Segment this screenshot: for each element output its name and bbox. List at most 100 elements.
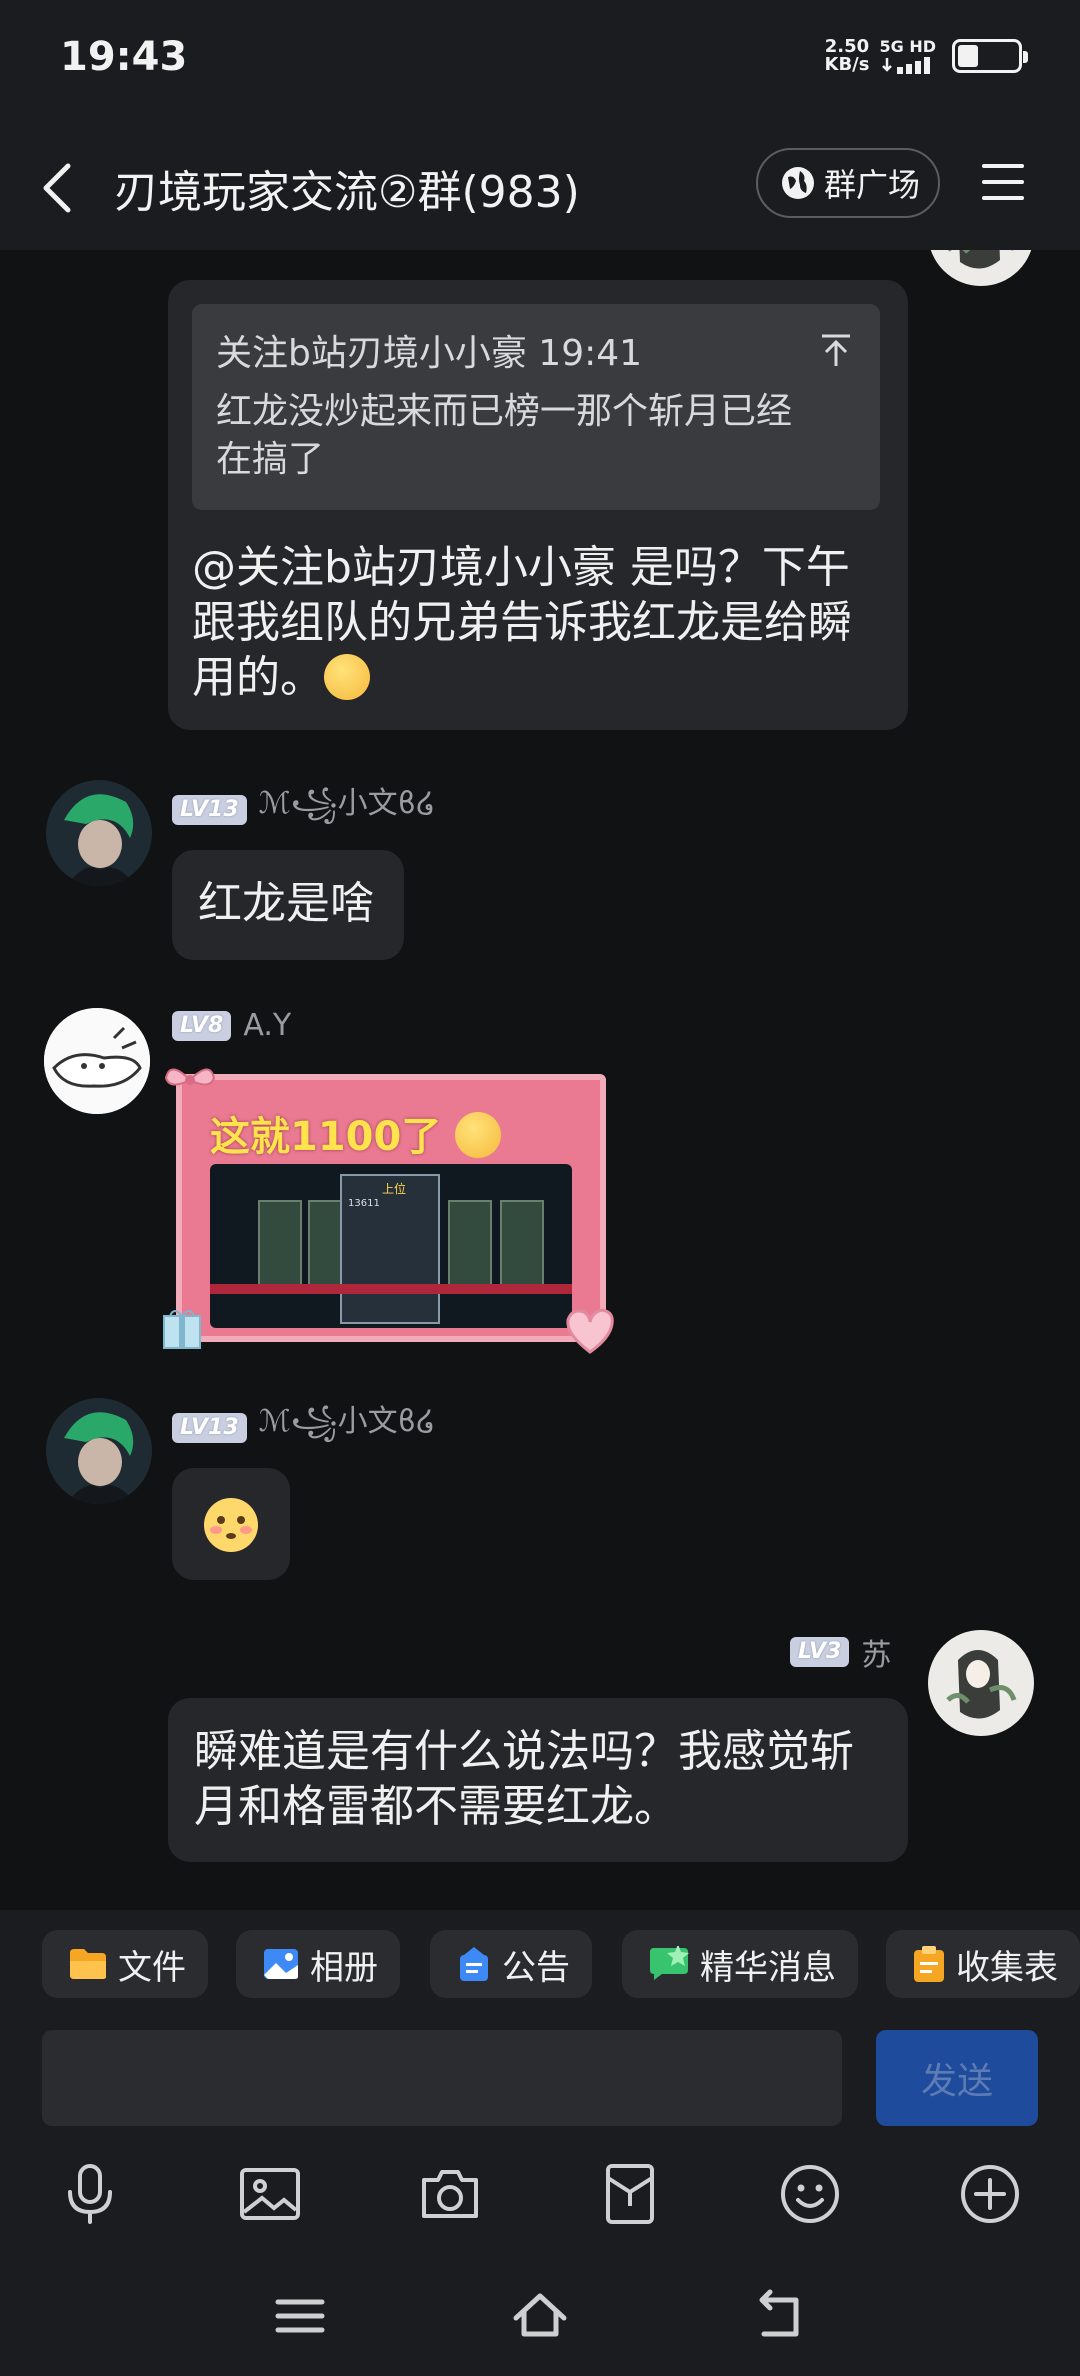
more-button[interactable] — [958, 2162, 1022, 2226]
thumb-column — [258, 1200, 302, 1290]
bow-icon — [164, 1068, 216, 1086]
camera-icon — [422, 2170, 478, 2218]
sender-nickname[interactable]: ℳ꧁小文ϐ໒ — [259, 1396, 436, 1459]
message-bubble[interactable] — [172, 1468, 290, 1580]
network-type: 5G HD — [879, 38, 936, 74]
quote-text: 红龙没炒起来而已榜一那个斩月已经在搞了 — [216, 391, 793, 480]
gift-card-message[interactable]: 这就1100了 上位 13611 — [160, 1060, 620, 1360]
avatar[interactable] — [46, 1398, 152, 1504]
avatar[interactable] — [46, 780, 152, 886]
quote-author: 关注b站刃境小小豪 19:41 — [216, 333, 643, 374]
files-button[interactable]: 文件 — [42, 1930, 208, 1998]
thumb-column — [448, 1200, 492, 1290]
image-icon — [240, 2168, 300, 2220]
input-tools — [0, 2140, 1080, 2250]
message-list[interactable]: 关注b站刃境小小豪 19:41 红龙没炒起来而已榜一那个斩月已经在搞了 @关注b… — [0, 250, 1080, 1910]
thumb-panel: 上位 13611 — [340, 1174, 440, 1324]
emoji-icon — [781, 2165, 839, 2223]
system-nav-bar — [0, 2250, 1080, 2376]
collection-form-label: 收集表 — [956, 1947, 1058, 1988]
emoji-button[interactable] — [778, 2162, 842, 2226]
message-text-content: @关注b站刃境小小豪 是吗？下午跟我组队的兄弟告诉我红龙是给瞬用的。 — [192, 542, 852, 703]
level-badge: LV3 — [790, 1637, 850, 1667]
card-caption: 这就1100了 — [210, 1104, 502, 1162]
globe-icon — [782, 167, 814, 199]
announcement-icon — [460, 1947, 488, 1981]
sender-nickname[interactable]: 苏 — [861, 1630, 891, 1674]
gift-box-icon — [163, 1310, 201, 1349]
game-screenshot-thumbnail[interactable]: 上位 13611 — [210, 1164, 572, 1328]
level-badge: LV13 — [172, 1412, 247, 1443]
group-title[interactable]: 刃境玩家交流②群(983) — [114, 156, 580, 220]
quick-action-bar: 文件 相册 公告 精华消息 收集表 — [0, 1910, 1080, 2020]
chat-header: 刃境玩家交流②群(983) 群广场 — [0, 120, 1080, 250]
avatar-image — [928, 250, 1034, 286]
announcement-button[interactable]: 公告 — [430, 1930, 592, 1998]
collection-form-button[interactable]: 收集表 — [886, 1930, 1080, 1998]
quoted-message[interactable]: 关注b站刃境小小豪 19:41 红龙没炒起来而已榜一那个斩月已经在搞了 — [192, 304, 880, 510]
composer: 发送 — [0, 2020, 1080, 2140]
recents-button[interactable] — [270, 2286, 330, 2346]
group-square-label: 群广场 — [824, 166, 921, 204]
message-bubble[interactable]: 瞬难道是有什么说法吗？我感觉斩月和格雷都不需要红龙。 — [168, 1698, 908, 1862]
emoji-blush-icon — [204, 1498, 258, 1552]
hd-label: HD — [909, 37, 936, 56]
essence-messages-button[interactable]: 精华消息 — [622, 1930, 858, 1998]
avatar-image — [44, 1008, 150, 1114]
sender-nickname[interactable]: A.Y — [243, 1008, 291, 1043]
chevron-left-icon — [43, 163, 71, 213]
sender-info: LV13 ℳ꧁小文ϐ໒ — [172, 1396, 435, 1459]
avatar[interactable] — [44, 1008, 150, 1114]
home-icon — [513, 2293, 567, 2337]
heart-icon — [566, 1308, 614, 1354]
avatar-image — [928, 1630, 1034, 1736]
album-button[interactable]: 相册 — [236, 1930, 400, 1998]
avatar[interactable] — [928, 1630, 1034, 1736]
status-time: 19:43 — [60, 34, 188, 80]
red-packet-button[interactable] — [598, 2162, 662, 2226]
essence-message-icon — [650, 1946, 689, 1980]
battery-icon — [952, 39, 1028, 73]
recents-icon — [275, 2299, 325, 2333]
network-speed: 2.50 KB/s — [825, 38, 870, 74]
files-label: 文件 — [118, 1947, 186, 1988]
thumb-tag: 上位 — [382, 1182, 407, 1196]
microphone-icon — [68, 2164, 112, 2224]
card-caption-text: 这就1100了 — [210, 1114, 442, 1160]
status-bar: 19:43 2.50 KB/s 5G HD — [0, 0, 1080, 120]
battery-level — [958, 45, 978, 67]
menu-button[interactable] — [980, 160, 1026, 204]
voice-button[interactable] — [58, 2162, 122, 2226]
sender-info: LV13 ℳ꧁小文ϐ໒ — [172, 778, 435, 841]
message-bubble[interactable]: 红龙是啥 — [172, 850, 404, 960]
camera-button[interactable] — [418, 2162, 482, 2226]
image-button[interactable] — [238, 2162, 302, 2226]
network-label: 5G — [879, 37, 904, 56]
message-text: 瞬难道是有什么说法吗？我感觉斩月和格雷都不需要红龙。 — [194, 1726, 854, 1832]
avatar-image — [46, 1398, 152, 1504]
group-square-button[interactable]: 群广场 — [756, 148, 940, 218]
back-nav-button[interactable] — [750, 2286, 810, 2346]
hamburger-menu-icon — [982, 164, 1024, 200]
plus-icon — [961, 2165, 1019, 2223]
signal-icon — [881, 57, 930, 74]
avatar-image — [46, 780, 152, 886]
sender-info: LV3 苏 — [790, 1630, 891, 1674]
back-button[interactable] — [38, 158, 78, 218]
message-input[interactable] — [42, 2030, 842, 2126]
home-button[interactable] — [510, 2286, 570, 2346]
thumb-red-bar — [210, 1284, 572, 1294]
sender-info: LV8 A.Y — [172, 1008, 291, 1043]
thumb-number: 13611 — [348, 1198, 380, 1209]
photo-album-icon — [264, 1949, 298, 1979]
emoji-smirk-icon — [324, 654, 370, 700]
avatar[interactable] — [928, 250, 1034, 286]
back-nav-icon — [759, 2289, 799, 2337]
essence-messages-label: 精华消息 — [700, 1947, 836, 1988]
level-badge: LV8 — [172, 1010, 232, 1041]
message-text: @关注b站刃境小小豪 是吗？下午跟我组队的兄弟告诉我红龙是给瞬用的。 — [192, 540, 882, 705]
sender-nickname[interactable]: ℳ꧁小文ϐ໒ — [259, 778, 436, 841]
message-bubble[interactable]: 关注b站刃境小小豪 19:41 红龙没炒起来而已榜一那个斩月已经在搞了 @关注b… — [168, 280, 908, 730]
jump-to-quote-icon[interactable] — [818, 332, 854, 372]
send-button[interactable]: 发送 — [876, 2030, 1038, 2126]
